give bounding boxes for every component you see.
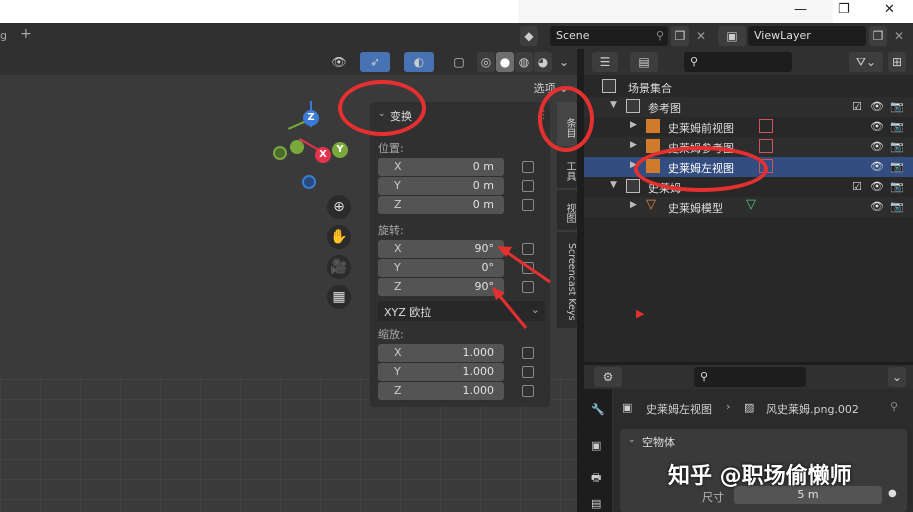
annotation-arrows (492, 246, 551, 329)
annotation-arrow-rotation-z (496, 293, 528, 329)
annotation-arrow-rotation-x (504, 249, 551, 284)
watermark-text: 知乎 @职场偷懒师 (668, 464, 852, 489)
